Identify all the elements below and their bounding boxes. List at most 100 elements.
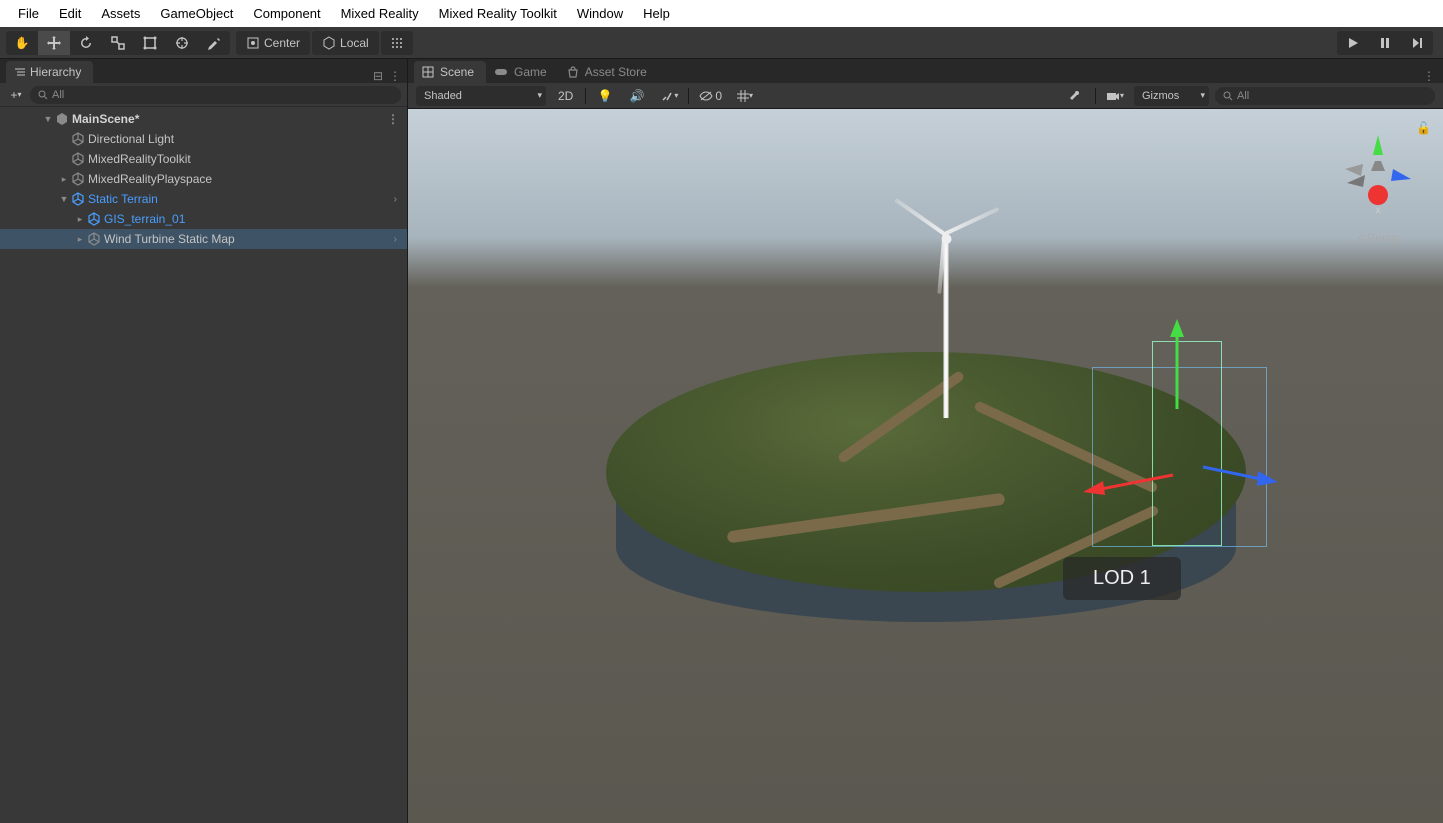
search-icon (38, 90, 48, 100)
play-button[interactable] (1337, 31, 1369, 55)
orientation-gizmo[interactable]: x ≤ Persp (1333, 127, 1423, 227)
bulb-icon: 💡 (598, 89, 613, 103)
menu-edit[interactable]: Edit (49, 2, 91, 25)
move-tool-button[interactable] (38, 31, 70, 55)
grid-icon (737, 90, 749, 102)
hierarchy-tab-label: Hierarchy (30, 65, 81, 79)
speaker-icon: 🔊 (630, 89, 645, 103)
scale-tool-button[interactable] (102, 31, 134, 55)
camera-icon (1106, 90, 1120, 102)
chevron-right-icon: › (394, 194, 407, 205)
menu-help[interactable]: Help (633, 2, 680, 25)
persp-label[interactable]: ≤ Persp (1333, 231, 1423, 245)
menu-component[interactable]: Component (243, 2, 330, 25)
assetstore-tab[interactable]: Asset Store (559, 61, 659, 83)
pivot-mode-button[interactable]: Center (236, 31, 310, 55)
scene-menu-icon[interactable]: ⋮ (387, 112, 407, 126)
x-axis-arrow[interactable] (1083, 467, 1178, 497)
tree-row[interactable]: ▼ Static Terrain › (0, 189, 407, 209)
toggle-icon[interactable]: ▸ (58, 174, 70, 185)
cube-icon (70, 191, 86, 207)
bag-icon (567, 66, 579, 78)
rect-icon (142, 35, 158, 51)
grid-button[interactable]: ▾ (732, 86, 758, 106)
pause-icon (1379, 37, 1391, 49)
hierarchy-tab[interactable]: Hierarchy (6, 61, 93, 83)
toggle-icon[interactable]: ▼ (42, 114, 54, 124)
scene-viewport[interactable]: LOD 1 x ≤ Persp 🔓 (408, 109, 1443, 823)
tree-label: Static Terrain (88, 192, 158, 206)
y-axis-arrow[interactable] (1167, 319, 1187, 409)
scene-row[interactable]: ▼ MainScene* ⋮ (0, 109, 407, 129)
toggle-icon[interactable]: ▸ (74, 234, 86, 245)
custom-tool-button[interactable] (198, 31, 230, 55)
svg-text:x: x (1376, 205, 1381, 216)
gamepad-icon (494, 67, 508, 77)
cube-icon (86, 231, 102, 247)
pause-button[interactable] (1369, 31, 1401, 55)
menu-mixed-reality-toolkit[interactable]: Mixed Reality Toolkit (429, 2, 567, 25)
scene-search-input[interactable]: All (1215, 87, 1435, 105)
fx-button[interactable]: ▾ (656, 86, 682, 106)
step-button[interactable] (1401, 31, 1433, 55)
tools-button[interactable] (1063, 86, 1089, 106)
menu-window[interactable]: Window (567, 2, 633, 25)
game-tab[interactable]: Game (486, 61, 559, 83)
tree-row[interactable]: Directional Light (0, 129, 407, 149)
panel-lock-icon[interactable]: ⊟ (373, 69, 383, 83)
main-toolbar: ✋ Center Local (0, 27, 1443, 59)
toggle-icon[interactable]: ▸ (74, 214, 86, 225)
hidden-objects-button[interactable]: 0 (695, 86, 726, 106)
wrench-icon (1069, 89, 1083, 103)
scene-grid-icon (422, 66, 434, 78)
hierarchy-icon (14, 66, 26, 78)
lighting-button[interactable]: 💡 (592, 86, 618, 106)
scene-tab[interactable]: Scene (414, 61, 486, 83)
create-button[interactable]: +▾ (6, 83, 26, 107)
local-icon (322, 36, 336, 50)
search-placeholder: All (52, 89, 64, 101)
scene-label: MainScene* (72, 112, 139, 126)
tools-icon (206, 35, 222, 51)
handle-mode-button[interactable]: Local (312, 31, 379, 55)
toggle-2d-button[interactable]: 2D (552, 86, 579, 106)
toggle-icon[interactable]: ▼ (58, 194, 70, 204)
cube-icon (70, 131, 86, 147)
panel-menu-icon[interactable]: ⋮ (1423, 69, 1435, 83)
tree-row[interactable]: ▸ MixedRealityPlayspace (0, 169, 407, 189)
game-tab-label: Game (514, 65, 547, 79)
menu-file[interactable]: File (8, 2, 49, 25)
chevron-down-icon: ▾ (1120, 91, 1124, 100)
tree-label: Directional Light (88, 132, 174, 146)
step-icon (1411, 37, 1423, 49)
shading-mode-dropdown[interactable]: Shaded (416, 86, 546, 106)
tree-row[interactable]: ▸Wind Turbine Static Map› (0, 229, 407, 249)
menu-mixed-reality[interactable]: Mixed Reality (331, 2, 429, 25)
hierarchy-tree: ▼ MainScene* ⋮ Directional Light MixedRea… (0, 107, 407, 823)
move-icon (46, 35, 62, 51)
tree-label: MixedRealityPlayspace (88, 172, 212, 186)
menu-assets[interactable]: Assets (91, 2, 150, 25)
viewport-lock-icon[interactable]: 🔓 (1416, 121, 1431, 135)
rotate-tool-button[interactable] (70, 31, 102, 55)
tree-row[interactable]: ▸GIS_terrain_01 (0, 209, 407, 229)
rect-tool-button[interactable] (134, 31, 166, 55)
snap-button[interactable] (381, 31, 413, 55)
transform-icon (174, 35, 190, 51)
menu-gameobject[interactable]: GameObject (150, 2, 243, 25)
scene-tab-label: Scene (440, 65, 474, 79)
audio-button[interactable]: 🔊 (624, 86, 650, 106)
z-axis-arrow[interactable] (1203, 459, 1278, 489)
cube-icon (86, 211, 102, 227)
tree-label: Wind Turbine Static Map (104, 232, 235, 246)
hierarchy-search-input[interactable]: All (30, 86, 401, 104)
gizmos-dropdown[interactable]: Gizmos (1134, 86, 1209, 106)
camera-button[interactable]: ▾ (1102, 86, 1128, 106)
transform-tool-button[interactable] (166, 31, 198, 55)
scene-panel: Scene Game Asset Store ⋮ Shaded 2D 💡 🔊 ▾… (408, 59, 1443, 823)
tree-row[interactable]: MixedRealityToolkit (0, 149, 407, 169)
hand-tool-button[interactable]: ✋ (6, 31, 38, 55)
panel-menu-icon[interactable]: ⋮ (389, 69, 401, 83)
search-icon (1223, 91, 1233, 101)
plus-icon: + (10, 88, 17, 102)
